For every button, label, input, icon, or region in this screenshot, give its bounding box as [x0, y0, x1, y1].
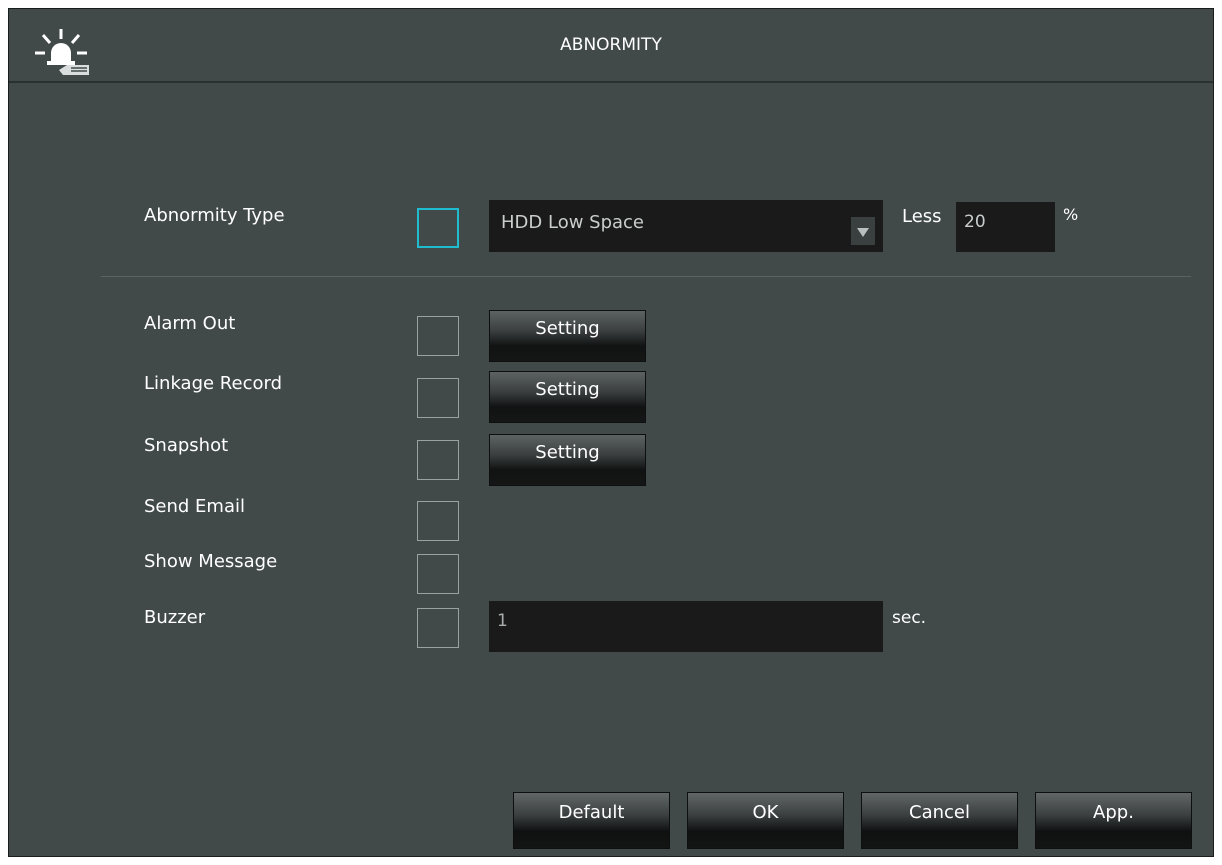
- linkage-record-label: Linkage Record: [144, 373, 282, 394]
- snapshot-setting-button[interactable]: Setting: [489, 434, 646, 486]
- buzzer-unit-label: sec.: [892, 608, 927, 628]
- show-message-label: Show Message: [144, 551, 278, 572]
- title-bar: ABNORMITY: [9, 9, 1213, 83]
- linkage-record-setting-button[interactable]: Setting: [489, 371, 646, 423]
- abnormity-type-select[interactable]: HDD Low Space: [489, 200, 883, 252]
- buzzer-duration-input[interactable]: 1: [489, 601, 883, 652]
- alarm-out-checkbox[interactable]: [417, 316, 459, 356]
- percent-unit-label: %: [1063, 205, 1079, 224]
- section-divider: [101, 276, 1191, 277]
- send-email-checkbox[interactable]: [417, 501, 459, 541]
- default-button[interactable]: Default: [513, 792, 670, 849]
- buzzer-label: Buzzer: [144, 607, 206, 628]
- alarm-out-label: Alarm Out: [144, 313, 236, 334]
- window-title: ABNORMITY: [560, 35, 662, 55]
- show-message-checkbox[interactable]: [417, 554, 459, 594]
- buzzer-checkbox[interactable]: [417, 608, 459, 648]
- abnormity-type-label: Abnormity Type: [144, 205, 285, 226]
- less-label: Less: [902, 206, 942, 227]
- snapshot-label: Snapshot: [144, 435, 229, 456]
- snapshot-checkbox[interactable]: [417, 440, 459, 480]
- chevron-down-icon[interactable]: [851, 217, 875, 245]
- abnormity-type-value: HDD Low Space: [501, 212, 644, 233]
- linkage-record-checkbox[interactable]: [417, 378, 459, 418]
- apply-button[interactable]: App.: [1035, 792, 1192, 849]
- abnormity-dialog: ABNORMITY Abnormity Type HDD Low Space L…: [8, 8, 1214, 857]
- alarm-out-setting-button[interactable]: Setting: [489, 310, 646, 362]
- cancel-button[interactable]: Cancel: [861, 792, 1018, 849]
- less-threshold-input[interactable]: 20: [956, 202, 1055, 252]
- send-email-label: Send Email: [144, 496, 245, 517]
- abnormity-type-enable-checkbox[interactable]: [417, 208, 459, 248]
- ok-button[interactable]: OK: [687, 792, 844, 849]
